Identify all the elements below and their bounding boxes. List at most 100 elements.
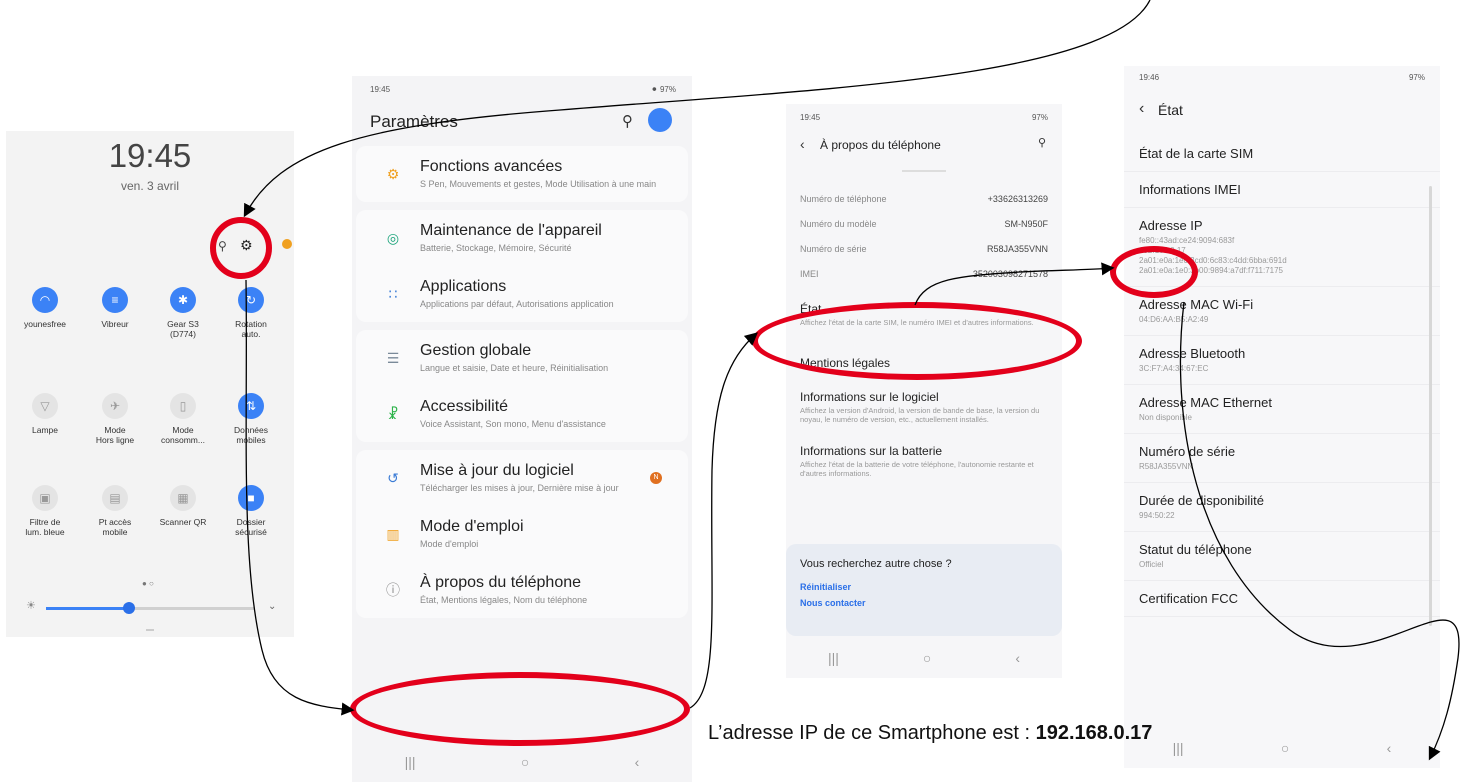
page-title: À propos du téléphone xyxy=(820,138,941,152)
status-right: 97% xyxy=(1031,112,1048,122)
info-row: Numéro de série R58JA355VNN xyxy=(786,236,1062,261)
settings-item-subtitle: Télécharger les mises à jour, Dernière m… xyxy=(420,483,619,493)
settings-item[interactable]: ⓘ À propos du téléphone État, Mentions lég… xyxy=(356,562,688,618)
nav-bar: ||| ○ ‹ xyxy=(352,742,692,782)
recent-apps-icon[interactable]: ||| xyxy=(1173,740,1184,756)
status-bar: 19:46 97% xyxy=(1124,66,1440,84)
quick-tile[interactable]: ▣ Filtre de lum. bleue xyxy=(14,485,76,537)
qr-icon: ▦ xyxy=(170,485,196,511)
settings-item-title: Fonctions avancées xyxy=(420,158,563,175)
quick-tile[interactable]: ◠ younesfree xyxy=(14,287,76,329)
chevron-down-icon[interactable]: ⌄ xyxy=(268,601,276,612)
quick-tile[interactable]: ▤ Pt accès mobile xyxy=(84,485,146,537)
settings-item[interactable]: ▥ Mode d'emploi Mode d'emploi xyxy=(356,506,688,562)
state-row[interactable]: État de la carte SIM xyxy=(1124,136,1440,172)
state-row-title: Adresse IP xyxy=(1139,218,1203,233)
quick-tile-label: Mode consomm... xyxy=(161,425,205,445)
quick-tile[interactable]: ≡ Vibreur xyxy=(84,287,146,329)
quick-tile-label: Gear S3 (D774) xyxy=(167,319,199,339)
info-value: +33626313269 xyxy=(987,193,1048,204)
quick-tile-label: Scanner QR xyxy=(159,517,207,527)
update-icon: ↺ xyxy=(387,469,399,486)
settings-item[interactable]: ⚙ Fonctions avancées S Pen, Mouvements et … xyxy=(356,146,688,202)
notification-dot xyxy=(282,239,292,249)
settings-item-subtitle: État, Mentions légales, Nom du téléphone xyxy=(420,595,588,605)
status-right: 97% xyxy=(1408,72,1425,82)
blue-filter-icon: ▣ xyxy=(32,485,58,511)
update-badge: N xyxy=(650,472,662,484)
quick-tile-label: Lampe xyxy=(32,425,58,435)
recent-apps-icon[interactable]: ||| xyxy=(828,650,839,666)
reset-link[interactable]: Réinitialiser xyxy=(800,582,1048,592)
quick-tile[interactable]: ⇅ Données mobiles xyxy=(220,393,282,445)
status-bar: 19:45 ⚫ 97% xyxy=(352,76,692,96)
state-header: ‹ État xyxy=(1124,84,1440,130)
state-row[interactable]: Adresse Bluetooth 3C:F7:A4:34:67:EC xyxy=(1124,336,1440,385)
recent-apps-icon[interactable]: ||| xyxy=(405,754,416,770)
rotation-icon: ↻ xyxy=(238,287,264,313)
settings-item-title: Mode d'emploi xyxy=(420,518,524,535)
page-indicator: ● ○ xyxy=(142,579,154,588)
status-time: 19:45 xyxy=(800,112,821,122)
state-row[interactable]: Durée de disponibilité 994:50:22 xyxy=(1124,483,1440,532)
settings-item[interactable]: ☰ Gestion globale Langue et saisie, Date e… xyxy=(356,330,688,386)
info-row: IMEI 352003098271578 xyxy=(786,261,1062,286)
info-key: Numéro de téléphone xyxy=(800,193,887,204)
quick-tile[interactable]: ✱ Gear S3 (D774) xyxy=(152,287,214,339)
state-row[interactable]: Adresse MAC Ethernet Non disponible xyxy=(1124,385,1440,434)
quick-tile[interactable]: ▽ Lampe xyxy=(14,393,76,435)
quick-tile[interactable]: ▯ Mode consomm... xyxy=(152,393,214,445)
about-item[interactable]: Informations sur le logiciel Affichez la … xyxy=(786,384,1062,438)
back-arrow-icon[interactable]: ‹ xyxy=(800,136,805,152)
sliders-icon: ☰ xyxy=(386,349,400,366)
settings-item[interactable]: ☧ Accessibilité Voice Assistant, Son mono,… xyxy=(356,386,688,442)
highlight-ring-state xyxy=(752,302,1082,380)
avatar[interactable] xyxy=(648,108,672,132)
settings-item-title: À propos du téléphone xyxy=(420,574,582,591)
hotspot-icon: ▤ xyxy=(102,485,128,511)
state-row[interactable]: Certification FCC xyxy=(1124,581,1440,617)
back-arrow-icon[interactable]: ‹ xyxy=(1139,100,1144,118)
state-row[interactable]: Informations IMEI xyxy=(1124,172,1440,208)
state-row-value: Officiel xyxy=(1139,560,1164,569)
suggestion-title: Vous recherchez autre chose ? xyxy=(800,558,952,570)
quick-tile[interactable]: ↻ Rotation auto. xyxy=(220,287,282,339)
settings-item[interactable]: ∷ Applications Applications par défaut, Au… xyxy=(356,266,688,322)
settings-group: ☰ Gestion globale Langue et saisie, Date e… xyxy=(356,330,688,442)
apps-icon: ∷ xyxy=(388,285,398,302)
state-row-value: Non disponible xyxy=(1139,413,1192,422)
ip-caption: L’adresse IP de ce Smartphone est : 192.… xyxy=(708,722,1153,744)
brightness-thumb[interactable] xyxy=(123,602,136,614)
info-value: 352003098271578 xyxy=(972,268,1048,279)
settings-item-subtitle: Langue et saisie, Date et heure, Réiniti… xyxy=(420,363,609,373)
back-icon[interactable]: ‹ xyxy=(1015,650,1020,666)
home-icon[interactable]: ○ xyxy=(923,650,931,666)
quick-tile-label: Mode Hors ligne xyxy=(95,425,135,445)
about-item[interactable]: Informations sur la batterie Affichez l'é… xyxy=(786,438,1062,492)
highlight-ring-ip xyxy=(1110,246,1198,298)
settings-item[interactable]: ◎ Maintenance de l'appareil Batterie, Stoc… xyxy=(356,210,688,266)
state-row-title: Adresse MAC Ethernet xyxy=(1139,395,1272,410)
home-icon[interactable]: ○ xyxy=(521,754,529,770)
back-icon[interactable]: ‹ xyxy=(635,754,640,770)
quick-tile[interactable]: ■ Dossier sécurisé xyxy=(220,485,282,537)
quick-tile-label: Vibreur xyxy=(101,319,129,329)
scrollbar[interactable] xyxy=(1429,186,1432,626)
back-icon[interactable]: ‹ xyxy=(1387,740,1392,756)
quick-tile[interactable]: ✈ Mode Hors ligne xyxy=(84,393,146,445)
search-icon[interactable]: ⚲ xyxy=(622,112,633,130)
state-row-value: 04:D6:AA:B5:A2:49 xyxy=(1139,315,1209,324)
state-row[interactable]: Numéro de série R58JA355VNN xyxy=(1124,434,1440,483)
nav-bar: ||| ○ ‹ xyxy=(786,638,1062,678)
state-row-title: État de la carte SIM xyxy=(1139,146,1254,161)
search-icon[interactable]: ⚲ xyxy=(1038,136,1046,149)
arrow-to-state xyxy=(689,332,758,709)
settings-item[interactable]: ↺ Mise à jour du logiciel Télécharger les … xyxy=(356,450,688,506)
state-row-value: R58JA355VNN xyxy=(1139,462,1194,471)
quick-tile[interactable]: ▦ Scanner QR xyxy=(152,485,214,527)
contact-link[interactable]: Nous contacter xyxy=(800,598,1048,608)
home-icon[interactable]: ○ xyxy=(1281,740,1289,756)
state-row[interactable]: Statut du téléphone Officiel xyxy=(1124,532,1440,581)
brightness-slider[interactable] xyxy=(46,602,254,614)
about-item-subtitle: Affichez la version d'Android, la versio… xyxy=(800,406,1040,424)
